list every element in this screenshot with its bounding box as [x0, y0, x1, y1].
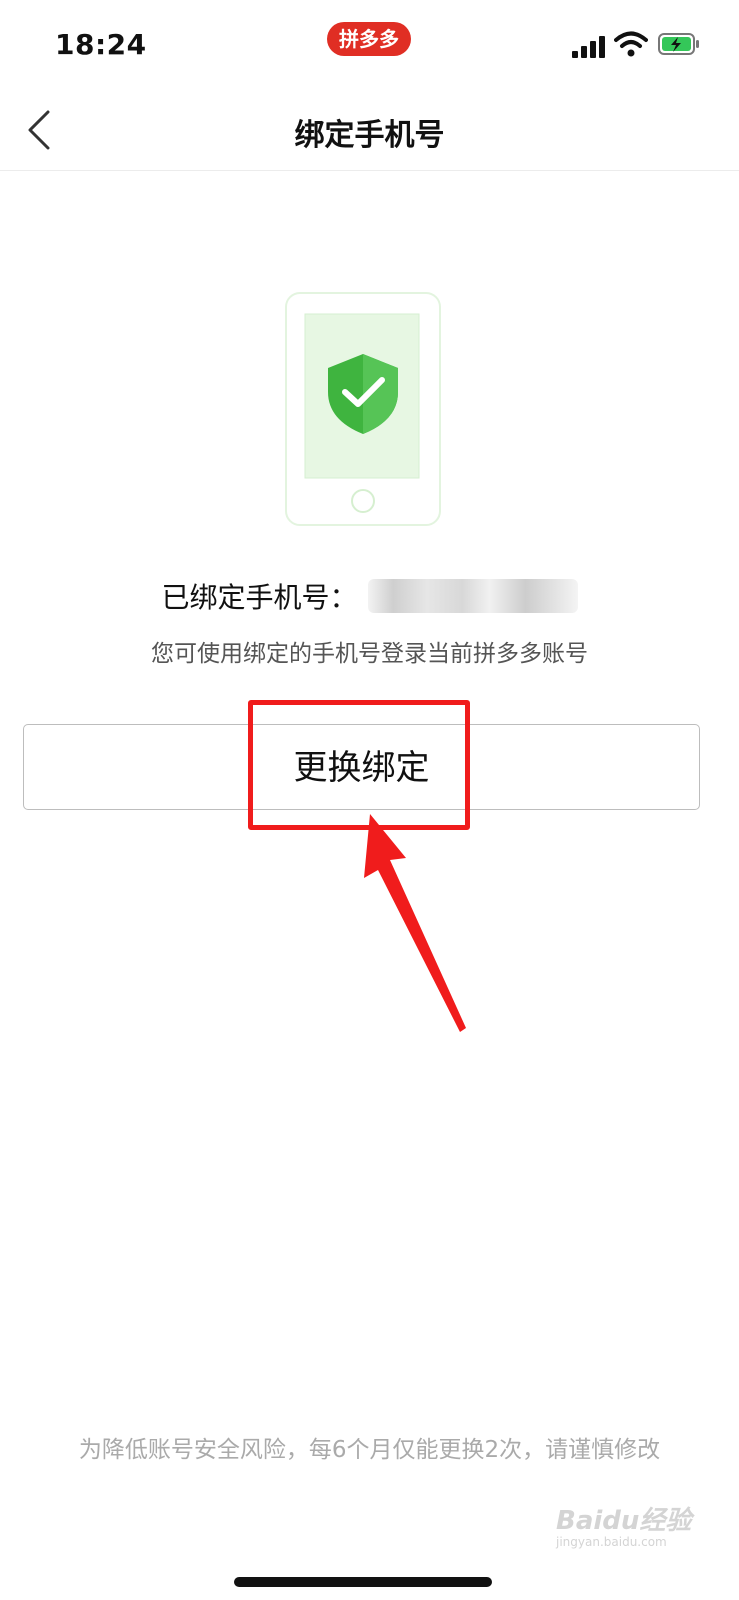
- app-badge: 拼多多: [327, 22, 411, 56]
- nav-bar: 绑定手机号: [0, 90, 739, 171]
- cellular-signal-icon: [572, 34, 606, 58]
- bound-phone-label: 已绑定手机号：: [161, 581, 358, 614]
- status-time: 18:24: [55, 28, 147, 61]
- annotation-arrow-icon: [364, 814, 466, 1032]
- watermark-subtext: jingyan.baidu.com: [556, 1535, 667, 1549]
- phone-shield-check-icon: [285, 292, 441, 526]
- page-title: 绑定手机号: [294, 118, 445, 153]
- battery-charging-icon: [658, 33, 699, 55]
- annotation-highlight-box: [248, 700, 470, 830]
- masked-phone-number: [367, 579, 578, 613]
- bound-phone-row: 已绑定手机号：: [0, 576, 739, 616]
- wifi-icon: [614, 31, 648, 57]
- bound-phone-description: 您可使用绑定的手机号登录当前拼多多账号: [151, 641, 588, 667]
- footer-note: 为降低账号安全风险，每6个月仅能更换2次，请谨慎修改: [78, 1437, 661, 1463]
- home-indicator[interactable]: [234, 1577, 492, 1587]
- watermark-text: Baidu经验: [556, 1506, 692, 1536]
- status-bar: 18:24 拼多多: [0, 0, 739, 90]
- watermark-logo: Baidu经验 jingyan.baidu.com: [556, 1500, 696, 1560]
